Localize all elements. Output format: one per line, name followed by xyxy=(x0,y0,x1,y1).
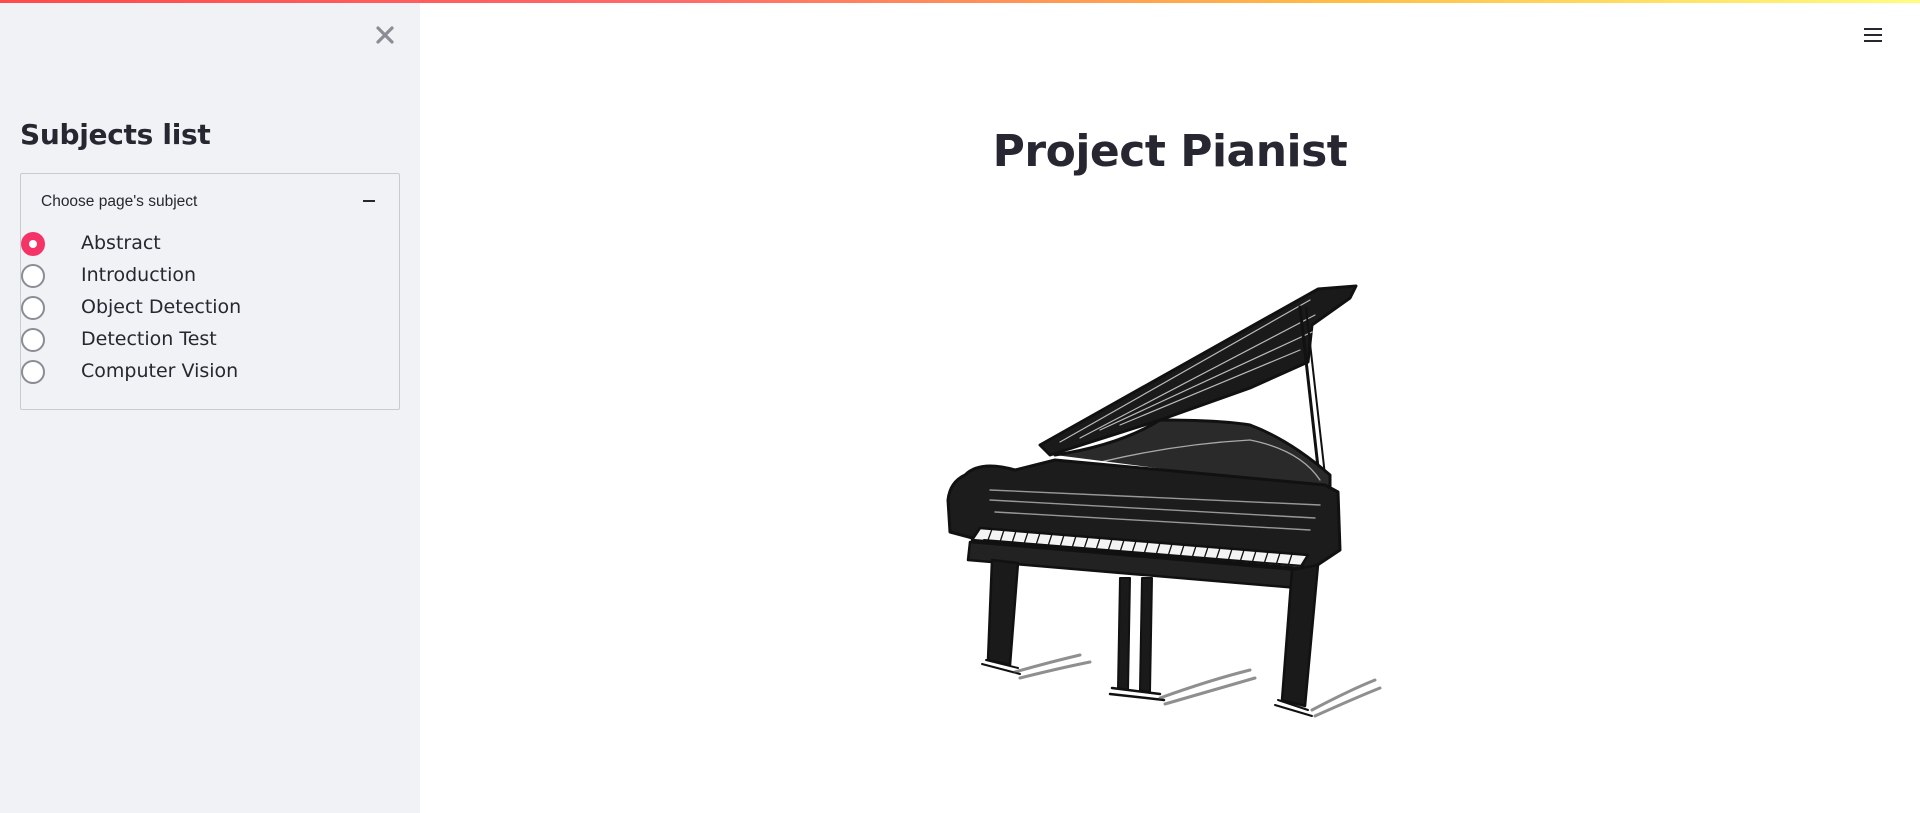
radio-option-introduction[interactable]: Introduction xyxy=(20,261,340,291)
grand-piano-image xyxy=(946,284,1382,718)
radio-button-checked[interactable] xyxy=(21,232,45,256)
radio-button[interactable] xyxy=(21,264,45,288)
radio-label: Detection Test xyxy=(81,328,217,350)
expander-label: Choose page's subject xyxy=(41,193,198,210)
radio-button[interactable] xyxy=(21,360,45,384)
radio-option-object-detection[interactable]: Object Detection xyxy=(20,293,340,323)
hamburger-menu-icon xyxy=(1864,34,1882,36)
main-menu-button[interactable] xyxy=(1862,24,1886,48)
radio-option-abstract[interactable]: Abstract xyxy=(20,229,340,259)
sidebar: Subjects list Choose page's subject Abst… xyxy=(0,0,420,813)
radio-option-detection-test[interactable]: Detection Test xyxy=(20,325,340,355)
page-title: Project Pianist xyxy=(992,126,1348,177)
radio-label: Abstract xyxy=(81,232,161,254)
radio-button[interactable] xyxy=(21,296,45,320)
radio-label: Computer Vision xyxy=(81,360,239,382)
hamburger-menu-icon xyxy=(1864,28,1882,30)
minus-icon xyxy=(363,200,375,202)
radio-option-computer-vision[interactable]: Computer Vision xyxy=(20,357,340,387)
sidebar-title: Subjects list xyxy=(20,118,211,151)
sidebar-close-button[interactable] xyxy=(370,20,400,50)
top-decoration-bar xyxy=(0,0,1920,3)
hamburger-menu-icon xyxy=(1864,40,1882,42)
close-icon xyxy=(376,26,394,44)
radio-label: Introduction xyxy=(81,264,197,286)
radio-label: Object Detection xyxy=(81,296,242,318)
radio-button[interactable] xyxy=(21,328,45,352)
expander-header[interactable]: Choose page's subject xyxy=(21,174,399,230)
